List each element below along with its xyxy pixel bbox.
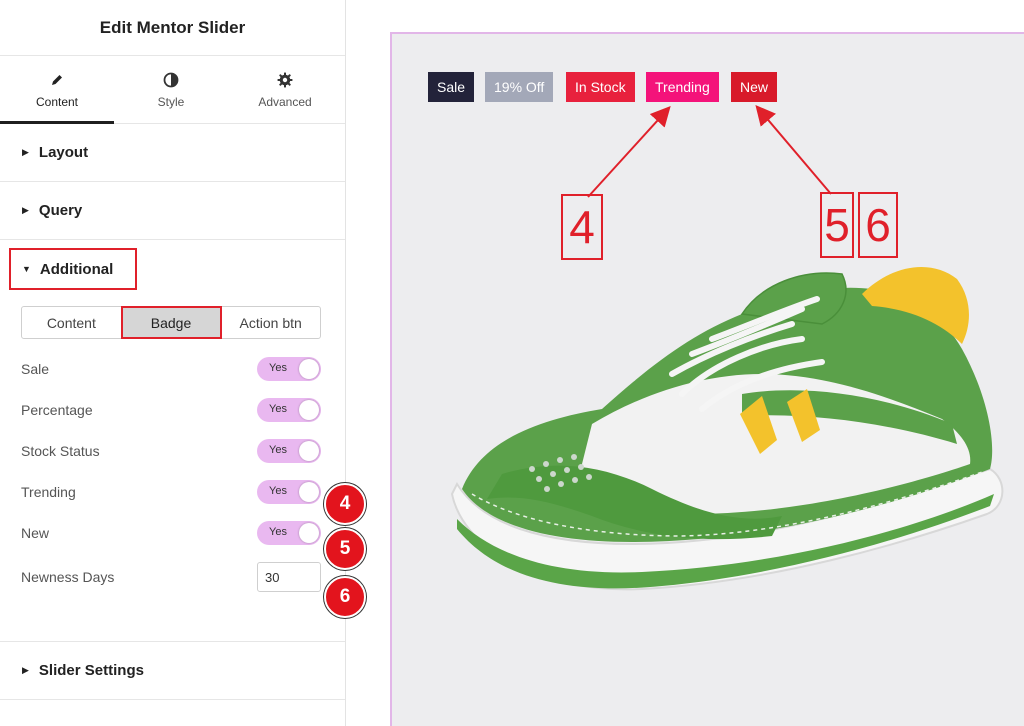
control-new: New Yes: [21, 521, 321, 545]
subtab-action-btn[interactable]: Action btn: [221, 307, 320, 338]
toggle-value: Yes: [269, 485, 287, 497]
section-layout-label: Layout: [38, 144, 89, 161]
caret-right-icon: ▶: [22, 665, 29, 675]
control-newness-days: Newness Days: [21, 562, 321, 592]
callout-5: 5: [324, 528, 366, 570]
control-newness-days-label: Newness Days: [21, 569, 115, 585]
toggle-knob: [299, 482, 319, 502]
toggle-knob: [299, 523, 319, 543]
editor-panel: Edit Mentor Slider Content Style Advance…: [0, 0, 346, 726]
newness-days-input[interactable]: [257, 562, 321, 592]
section-additional-header[interactable]: ▼ Additional: [9, 248, 137, 290]
toggle-value: Yes: [269, 362, 287, 374]
toggle-knob: [299, 441, 319, 461]
stock-status-toggle[interactable]: Yes: [257, 439, 321, 463]
panel-tabs: Content Style Advanced: [0, 56, 345, 124]
control-percentage-label: Percentage: [21, 402, 93, 418]
callout-4: 4: [324, 483, 366, 525]
subtab-badge[interactable]: Badge: [120, 306, 223, 339]
tab-style-label: Style: [157, 94, 185, 109]
pencil-icon: [48, 71, 66, 89]
toggle-knob: [299, 359, 319, 379]
panel-title: Edit Mentor Slider: [0, 0, 345, 56]
section-slider-settings[interactable]: ▶ Slider Settings: [0, 642, 345, 700]
control-stock-status: Stock Status Yes: [21, 439, 321, 463]
callout-6: 6: [324, 576, 366, 618]
half-circle-icon: [162, 71, 180, 89]
caret-down-icon: ▼: [22, 264, 31, 274]
section-additional: ▼ Additional Content Badge Action btn Sa…: [0, 240, 345, 642]
tab-content-label: Content: [35, 94, 79, 109]
control-percentage: Percentage Yes: [21, 398, 321, 422]
control-sale: Sale Yes: [21, 357, 321, 381]
trending-toggle[interactable]: Yes: [257, 480, 321, 504]
control-trending-label: Trending: [21, 484, 76, 500]
subtab-content[interactable]: Content: [22, 307, 122, 338]
toggle-value: Yes: [269, 403, 287, 415]
tab-content[interactable]: Content: [0, 56, 114, 124]
control-new-label: New: [21, 525, 50, 541]
toggle-value: Yes: [269, 526, 287, 538]
new-toggle[interactable]: Yes: [257, 521, 321, 545]
sale-toggle[interactable]: Yes: [257, 357, 321, 381]
section-slider-settings-label: Slider Settings: [38, 662, 144, 679]
subtab-group: Content Badge Action btn: [21, 306, 321, 339]
tab-advanced-label: Advanced: [258, 94, 312, 109]
tab-advanced[interactable]: Advanced: [228, 56, 342, 123]
tab-style[interactable]: Style: [114, 56, 228, 123]
caret-right-icon: ▶: [22, 205, 29, 215]
toggle-knob: [299, 400, 319, 420]
annotation-arrows: [587, 104, 832, 198]
caret-right-icon: ▶: [22, 147, 29, 157]
control-sale-label: Sale: [21, 361, 50, 377]
section-query-label: Query: [38, 202, 83, 219]
toggle-value: Yes: [269, 444, 287, 456]
control-trending: Trending Yes: [21, 480, 321, 504]
section-additional-label: Additional: [39, 260, 114, 278]
section-layout[interactable]: ▶ Layout: [0, 124, 345, 182]
slider-preview: Sale 19% Off In Stock Trending New 4 5 6: [390, 32, 1024, 726]
control-stock-status-label: Stock Status: [21, 443, 100, 459]
gear-icon: [276, 71, 294, 89]
section-query[interactable]: ▶ Query: [0, 182, 345, 240]
percentage-toggle[interactable]: Yes: [257, 398, 321, 422]
sneaker-product-image: [450, 267, 1004, 591]
